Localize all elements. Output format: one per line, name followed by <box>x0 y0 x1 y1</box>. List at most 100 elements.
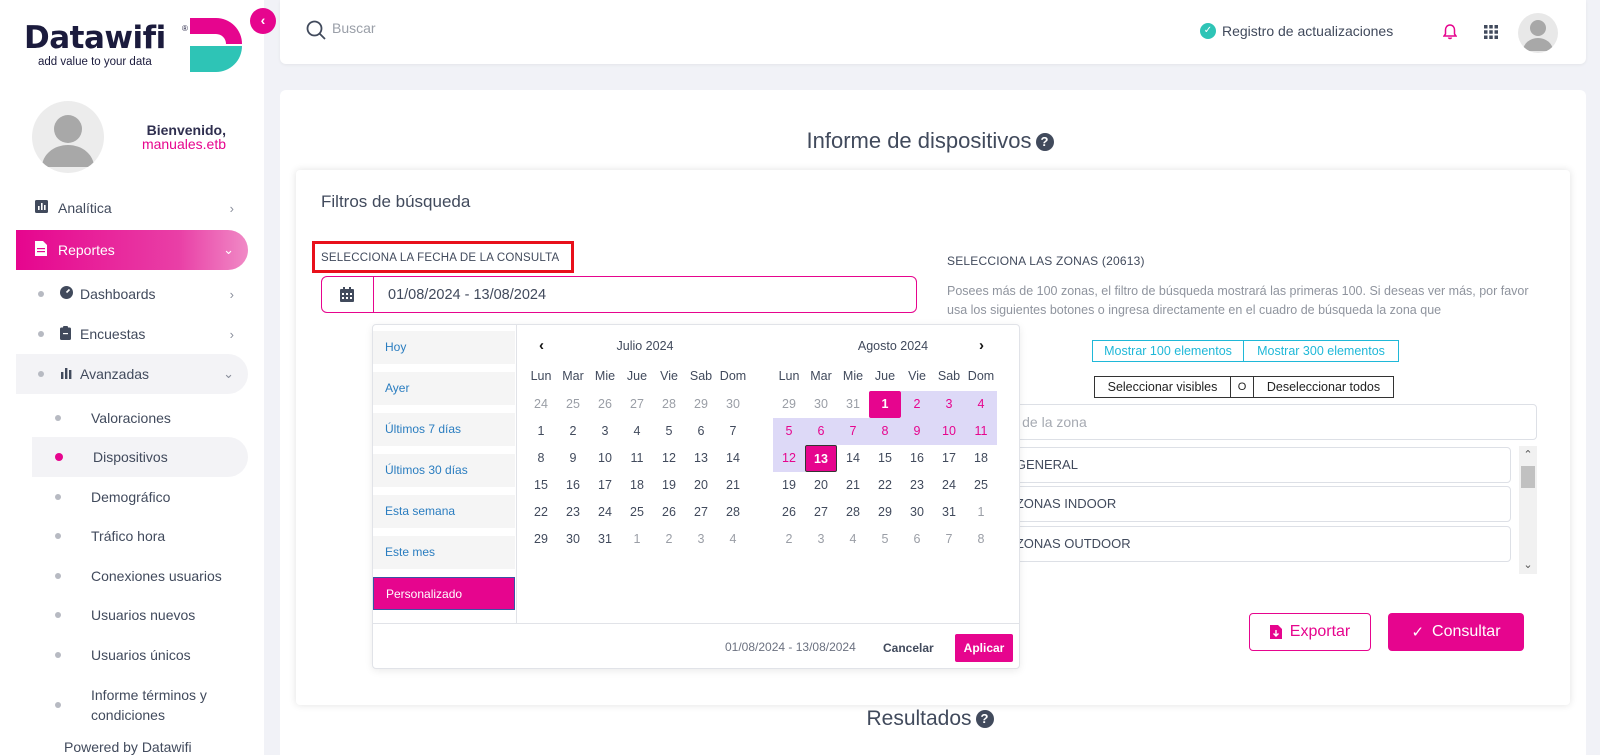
calendar-day[interactable]: 14 <box>717 445 749 472</box>
calendar-day[interactable]: 31 <box>933 499 965 526</box>
calendar-day[interactable]: 8 <box>965 526 997 553</box>
range-this-month[interactable]: Este mes <box>373 536 515 569</box>
sidebar-subitem-dashboards[interactable]: Dashboards › <box>16 274 248 314</box>
range-yesterday[interactable]: Ayer <box>373 372 515 405</box>
calendar-day[interactable]: 30 <box>557 526 589 553</box>
calendar-day[interactable]: 15 <box>525 472 557 499</box>
sidebar-collapse-button[interactable]: ‹ <box>250 8 276 34</box>
calendar-day[interactable]: 22 <box>525 499 557 526</box>
calendar-day[interactable]: 7 <box>837 418 869 445</box>
calendar-day[interactable]: 16 <box>557 472 589 499</box>
sidebar-subitem-encuestas[interactable]: Encuestas › <box>16 314 248 354</box>
calendar-day[interactable]: 20 <box>685 472 717 499</box>
range-this-week[interactable]: Esta semana <box>373 495 515 528</box>
calendar-day[interactable]: 30 <box>805 391 837 418</box>
calendar-day[interactable]: 29 <box>869 499 901 526</box>
calendar-day[interactable]: 23 <box>901 472 933 499</box>
calendar-day[interactable]: 31 <box>589 526 621 553</box>
calendar-day[interactable]: 9 <box>901 418 933 445</box>
zone-search-field[interactable] <box>947 404 1537 440</box>
calendar-day[interactable]: 3 <box>933 391 965 418</box>
sidebar-leaf-valoraciones[interactable]: Valoraciones <box>32 398 248 438</box>
search-icon[interactable] <box>306 20 326 40</box>
calendar-day[interactable]: 6 <box>805 418 837 445</box>
calendar-day[interactable]: 29 <box>525 526 557 553</box>
bell-icon[interactable] <box>1443 24 1457 40</box>
calendar-day[interactable]: 5 <box>773 418 805 445</box>
calendar-day[interactable]: 11 <box>965 418 997 445</box>
datawifi-logo[interactable]: Datawifi ® add value to your data <box>24 16 244 76</box>
calendar-day[interactable]: 8 <box>869 418 901 445</box>
scroll-down-icon[interactable]: ⌄ <box>1519 556 1537 574</box>
calendar-day[interactable]: 26 <box>773 499 805 526</box>
sidebar-leaf-usuarios-nuevos[interactable]: Usuarios nuevos <box>32 595 248 635</box>
range-custom[interactable]: Personalizado <box>373 577 515 610</box>
zone-option[interactable]: g | ZONAS OUTDOOR <box>947 526 1511 562</box>
calendar-day[interactable]: 20 <box>805 472 837 499</box>
calendar-day[interactable]: 27 <box>805 499 837 526</box>
sidebar-leaf-trafico-hora[interactable]: Tráfico hora <box>32 516 248 556</box>
profile-avatar[interactable] <box>1518 13 1558 53</box>
calendar-day[interactable]: 11 <box>621 445 653 472</box>
calendar-day[interactable]: 21 <box>837 472 869 499</box>
select-visible-button[interactable]: Seleccionar visibles <box>1094 376 1231 398</box>
calendar-day[interactable]: 18 <box>965 445 997 472</box>
calendar-day[interactable]: 17 <box>589 472 621 499</box>
calendar-day[interactable]: 24 <box>525 391 557 418</box>
calendar-day[interactable]: 9 <box>557 445 589 472</box>
zone-list-scrollbar[interactable]: ⌃ ⌄ <box>1519 446 1537 574</box>
help-icon[interactable]: ? <box>1035 133 1054 151</box>
calendar-day[interactable]: 3 <box>589 418 621 445</box>
calendar-day[interactable]: 28 <box>837 499 869 526</box>
calendar-day[interactable]: 3 <box>805 526 837 553</box>
sidebar-leaf-usuarios-unicos[interactable]: Usuarios únicos <box>32 635 248 675</box>
scrollbar-thumb[interactable] <box>1521 466 1535 488</box>
query-button[interactable]: ✓ Consultar <box>1388 613 1524 651</box>
sidebar-leaf-demografico[interactable]: Demográfico <box>32 477 248 517</box>
calendar-day[interactable]: 26 <box>589 391 621 418</box>
calendar-day[interactable]: 6 <box>685 418 717 445</box>
calendar-day[interactable]: 21 <box>717 472 749 499</box>
calendar-day[interactable]: 5 <box>653 418 685 445</box>
calendar-day[interactable]: 1 <box>621 526 653 553</box>
calendar-day[interactable]: 5 <box>869 526 901 553</box>
calendar-day[interactable]: 2 <box>653 526 685 553</box>
updates-log-link[interactable]: ✓ Registro de actualizaciones <box>1200 23 1393 39</box>
sidebar-subitem-avanzadas[interactable]: Avanzadas ⌄ <box>16 354 248 394</box>
calendar-day[interactable]: 4 <box>837 526 869 553</box>
apply-button[interactable]: Aplicar <box>955 634 1013 662</box>
calendar-day[interactable]: 10 <box>933 418 965 445</box>
range-today[interactable]: Hoy <box>373 331 515 364</box>
calendar-day[interactable]: 2 <box>557 418 589 445</box>
calendar-day[interactable]: 1 <box>525 418 557 445</box>
calendar-day[interactable]: 25 <box>965 472 997 499</box>
calendar-day[interactable]: 14 <box>837 445 869 472</box>
calendar-day[interactable]: 29 <box>685 391 717 418</box>
calendar-day[interactable]: 22 <box>869 472 901 499</box>
range-last-7-days[interactable]: Últimos 7 días <box>373 413 515 446</box>
calendar-day[interactable]: 4 <box>717 526 749 553</box>
calendar-day[interactable]: 25 <box>557 391 589 418</box>
calendar-day[interactable]: 3 <box>685 526 717 553</box>
sidebar-item-reportes[interactable]: Reportes ⌄ <box>16 230 248 270</box>
calendar-day[interactable]: 1 <box>965 499 997 526</box>
calendar-day[interactable]: 28 <box>653 391 685 418</box>
date-range-field[interactable]: 01/08/2024 - 13/08/2024 <box>321 276 917 313</box>
deselect-all-button[interactable]: Deseleccionar todos <box>1253 376 1394 398</box>
calendar-day[interactable]: 15 <box>869 445 901 472</box>
cancel-button[interactable]: Cancelar <box>883 641 934 655</box>
calendar-day[interactable]: 10 <box>589 445 621 472</box>
calendar-day[interactable]: 26 <box>653 499 685 526</box>
zone-search-input[interactable] <box>956 414 1516 430</box>
calendar-day[interactable]: 25 <box>621 499 653 526</box>
range-last-30-days[interactable]: Últimos 30 días <box>373 454 515 487</box>
calendar-day[interactable]: 24 <box>933 472 965 499</box>
calendar-day[interactable]: 12 <box>773 445 805 472</box>
calendar-day[interactable]: 23 <box>557 499 589 526</box>
calendar-day[interactable]: 13 <box>685 445 717 472</box>
calendar-day[interactable]: 7 <box>933 526 965 553</box>
calendar-day[interactable]: 6 <box>901 526 933 553</box>
sidebar-leaf-conexiones-usuarios[interactable]: Conexiones usuarios <box>32 556 248 596</box>
calendar-day[interactable]: 12 <box>653 445 685 472</box>
calendar-day[interactable]: 1 <box>869 391 901 418</box>
